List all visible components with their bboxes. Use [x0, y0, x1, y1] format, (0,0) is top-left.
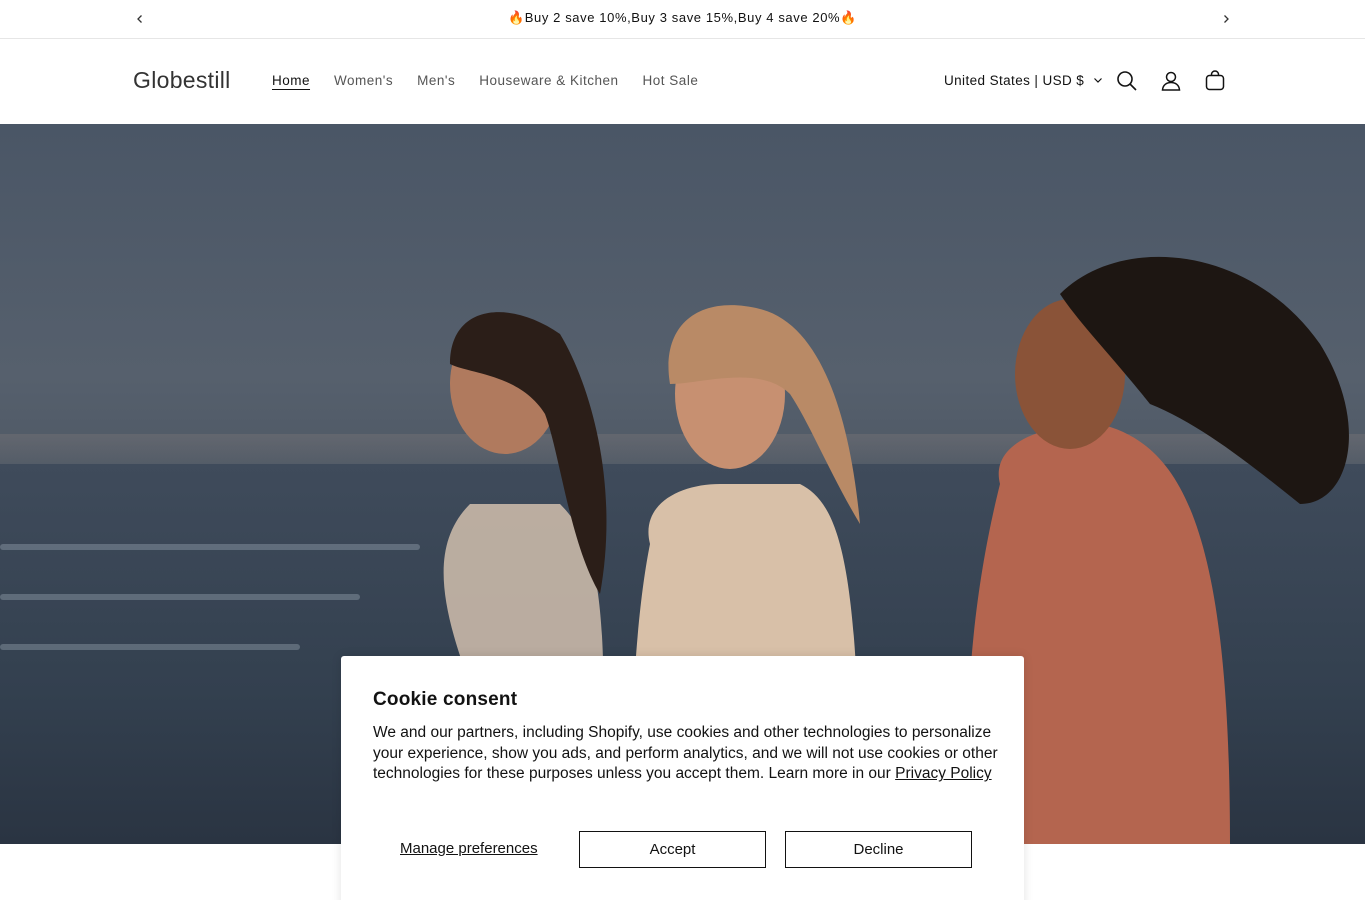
privacy-policy-link[interactable]: Privacy Policy	[895, 765, 991, 782]
site-header: Globestill Home Women's Men's Houseware …	[0, 39, 1365, 124]
chevron-down-icon	[1093, 73, 1103, 88]
cookie-consent-dialog: Cookie consent We and our partners, incl…	[341, 656, 1024, 900]
accept-button[interactable]: Accept	[579, 831, 766, 868]
locale-selector[interactable]: United States | USD $	[944, 73, 1103, 88]
nav-item-womens[interactable]: Women's	[334, 73, 393, 88]
manage-preferences-link[interactable]: Manage preferences	[400, 840, 538, 857]
site-logo[interactable]: Globestill	[133, 67, 231, 94]
chevron-right-icon[interactable]	[1216, 9, 1236, 29]
main-nav: Home Women's Men's Houseware & Kitchen H…	[272, 73, 722, 88]
account-icon[interactable]	[1159, 69, 1183, 93]
cookie-title: Cookie consent	[373, 689, 518, 710]
nav-item-home[interactable]: Home	[272, 73, 310, 88]
nav-item-hot-sale[interactable]: Hot Sale	[643, 73, 699, 88]
locale-label: United States | USD $	[944, 73, 1085, 88]
search-icon[interactable]	[1115, 69, 1139, 93]
announcement-text: 🔥Buy 2 save 10%,Buy 3 save 15%,Buy 4 sav…	[507, 10, 858, 25]
announcement-bar: 🔥Buy 2 save 10%,Buy 3 save 15%,Buy 4 sav…	[0, 0, 1365, 39]
cart-icon[interactable]	[1203, 69, 1227, 93]
cookie-body: We and our partners, including Shopify, …	[373, 723, 1003, 785]
nav-item-houseware-kitchen[interactable]: Houseware & Kitchen	[479, 73, 618, 88]
nav-item-mens[interactable]: Men's	[417, 73, 455, 88]
decline-button[interactable]: Decline	[785, 831, 972, 868]
